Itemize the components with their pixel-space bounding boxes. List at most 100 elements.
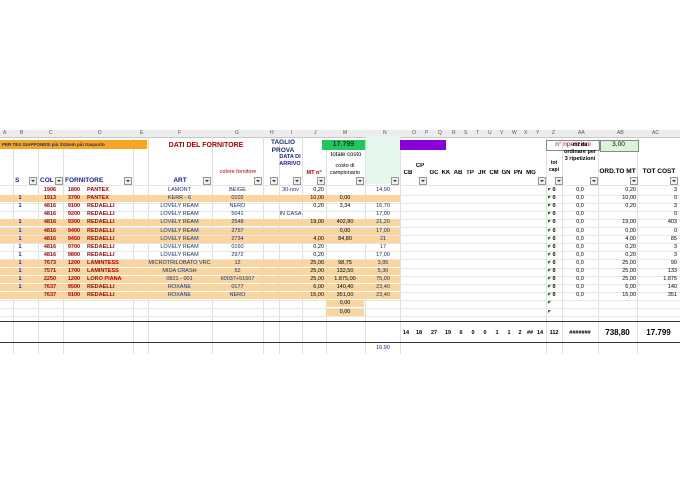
col-letter[interactable]: Z bbox=[552, 130, 555, 137]
cell-camp[interactable]: 21,20 bbox=[366, 219, 400, 226]
cell-num[interactable]: 1200 bbox=[63, 260, 85, 267]
cell-mt_ord[interactable]: 0,0 bbox=[563, 252, 597, 259]
cell-colore[interactable]: 60037+51607 bbox=[213, 276, 262, 283]
cell-s[interactable]: 1 bbox=[15, 219, 25, 226]
cell-num[interactable]: 9700 bbox=[63, 244, 85, 251]
cell-colore[interactable]: 0160 bbox=[213, 244, 262, 251]
cell-ord[interactable]: 0,00 bbox=[599, 228, 636, 235]
cell-colore[interactable]: 5041 bbox=[213, 211, 262, 218]
cell-mt[interactable]: 25,00 bbox=[302, 276, 324, 283]
cell-art[interactable]: 0821 - 001 bbox=[148, 276, 211, 283]
filter-dropdown-icon[interactable] bbox=[590, 177, 598, 185]
cell-colore[interactable]: NERO bbox=[213, 292, 262, 299]
cell-num[interactable]: 1200 bbox=[63, 276, 85, 283]
cell-col[interactable]: 4816 bbox=[39, 228, 61, 235]
cell-mt_ord[interactable]: 0,0 bbox=[563, 211, 597, 218]
cell-col[interactable]: 7571 bbox=[39, 268, 61, 275]
cell-ord[interactable]: 10,00 bbox=[599, 195, 636, 202]
cell-mt[interactable]: 0,20 bbox=[302, 252, 324, 259]
cell-forn[interactable]: LORO PIANA bbox=[87, 276, 147, 283]
cell-art[interactable]: LOVELY REAM bbox=[148, 211, 211, 218]
cell-art[interactable]: LOVELY REAM bbox=[148, 203, 211, 210]
cell-forn[interactable]: PANTEX bbox=[87, 187, 147, 194]
filter-dropdown-icon[interactable] bbox=[538, 177, 546, 185]
cell-cost[interactable]: 3 bbox=[639, 244, 677, 251]
cell-s[interactable]: 1 bbox=[15, 244, 25, 251]
cell-colore[interactable]: 12 bbox=[213, 260, 262, 267]
cell-mt[interactable]: 0,20 bbox=[302, 187, 324, 194]
cell-mt[interactable]: 25,00 bbox=[302, 268, 324, 275]
cell-col[interactable]: 2250 bbox=[39, 276, 61, 283]
cell-col[interactable]: 7673 bbox=[39, 260, 61, 267]
cell-mt_ord[interactable]: 0,0 bbox=[563, 284, 597, 291]
cell-forn[interactable]: PANTEX bbox=[87, 195, 147, 202]
col-letter[interactable]: H bbox=[270, 130, 274, 137]
cell-forn[interactable]: REDAELLI bbox=[87, 252, 147, 259]
cell-colore[interactable]: 2757 bbox=[213, 228, 262, 235]
cell-col[interactable]: 4816 bbox=[39, 244, 61, 251]
filter-dropdown-icon[interactable] bbox=[317, 177, 325, 185]
cell-num[interactable]: 9300 bbox=[63, 219, 85, 226]
filter-dropdown-icon[interactable] bbox=[419, 177, 427, 185]
cell-col[interactable]: 4816 bbox=[39, 236, 61, 243]
cell-ord[interactable]: 0,20 bbox=[599, 187, 636, 194]
cell-col[interactable]: 4816 bbox=[39, 203, 61, 210]
col-letter[interactable]: A bbox=[3, 130, 6, 137]
cell-col[interactable]: 1913 bbox=[39, 195, 61, 202]
cell-colore[interactable]: BEIGE bbox=[213, 187, 262, 194]
cell-mt_ord[interactable]: 0,0 bbox=[563, 219, 597, 226]
cell-s[interactable]: 1 bbox=[15, 236, 25, 243]
col-letter[interactable]: W bbox=[512, 130, 517, 137]
cell-mt_ord[interactable]: 0,0 bbox=[563, 260, 597, 267]
cell-mt_ord[interactable]: 0,0 bbox=[563, 292, 597, 299]
col-letter[interactable]: X bbox=[524, 130, 527, 137]
cell-mt_ord[interactable]: 0,0 bbox=[563, 187, 597, 194]
cell-num[interactable]: 9450 bbox=[63, 236, 85, 243]
cell-costo[interactable]: 1.875,00 bbox=[326, 276, 364, 283]
cell-s[interactable]: 1 bbox=[15, 268, 25, 275]
cell-ord[interactable]: 0,20 bbox=[599, 252, 636, 259]
col-letter[interactable]: J bbox=[314, 130, 317, 137]
filter-dropdown-icon[interactable] bbox=[254, 177, 262, 185]
cell-art[interactable]: ROXANE bbox=[148, 292, 211, 299]
cell-costo[interactable]: 402,80 bbox=[326, 219, 364, 226]
col-letter[interactable]: N bbox=[383, 130, 387, 137]
cell-ord[interactable]: 25,00 bbox=[599, 276, 636, 283]
cell-camp[interactable]: 21 bbox=[366, 236, 400, 243]
cell-num[interactable]: 9500 bbox=[63, 284, 85, 291]
cell-s[interactable]: 1 bbox=[15, 195, 25, 202]
cell-s[interactable]: 1 bbox=[15, 284, 25, 291]
cell-col[interactable]: 4816 bbox=[39, 211, 61, 218]
col-letter[interactable]: R bbox=[452, 130, 456, 137]
cell-s[interactable]: 1 bbox=[15, 260, 25, 267]
cell-ord[interactable]: 19,00 bbox=[599, 219, 636, 226]
filter-dropdown-icon[interactable] bbox=[630, 177, 638, 185]
cell-cost[interactable]: 0 bbox=[639, 211, 677, 218]
cell-cost[interactable]: 0 bbox=[639, 195, 677, 202]
cell-col[interactable]: 1906 bbox=[39, 187, 61, 194]
cell-art[interactable]: MIDA CRASH bbox=[148, 268, 211, 275]
cell-forn[interactable]: REDAELLI bbox=[87, 219, 147, 226]
cell-camp[interactable]: 17,00 bbox=[366, 252, 400, 259]
col-letter[interactable]: U bbox=[488, 130, 492, 137]
cell-art[interactable]: LOVELY REAM bbox=[148, 228, 211, 235]
cell-num[interactable]: 1800 bbox=[63, 187, 85, 194]
cell-camp[interactable]: 17,00 bbox=[366, 211, 400, 218]
cell-data[interactable]: 30-nov bbox=[279, 187, 302, 194]
cell-cost[interactable]: 1.875 bbox=[639, 276, 677, 283]
filter-dropdown-icon[interactable] bbox=[356, 177, 364, 185]
cell-camp[interactable]: 75,00 bbox=[366, 276, 400, 283]
cell-colore[interactable]: 0102 bbox=[213, 195, 262, 202]
cell-costo[interactable]: 140,40 bbox=[326, 284, 364, 291]
col-letter[interactable]: Y bbox=[536, 130, 539, 137]
cell-colore[interactable]: 2548 bbox=[213, 219, 262, 226]
cell-art[interactable]: MICROTRILOBATO VRC bbox=[148, 260, 211, 267]
cell-mt[interactable]: 0,20 bbox=[302, 203, 324, 210]
filter-dropdown-icon[interactable] bbox=[55, 177, 63, 185]
cell-cost[interactable]: 351 bbox=[639, 292, 677, 299]
cell-mt_ord[interactable]: 0,0 bbox=[563, 228, 597, 235]
col-letter[interactable]: I bbox=[291, 130, 292, 137]
filter-dropdown-icon[interactable] bbox=[203, 177, 211, 185]
cell-camp[interactable]: 14,90 bbox=[366, 187, 400, 194]
cell-s[interactable]: 1 bbox=[15, 276, 25, 283]
